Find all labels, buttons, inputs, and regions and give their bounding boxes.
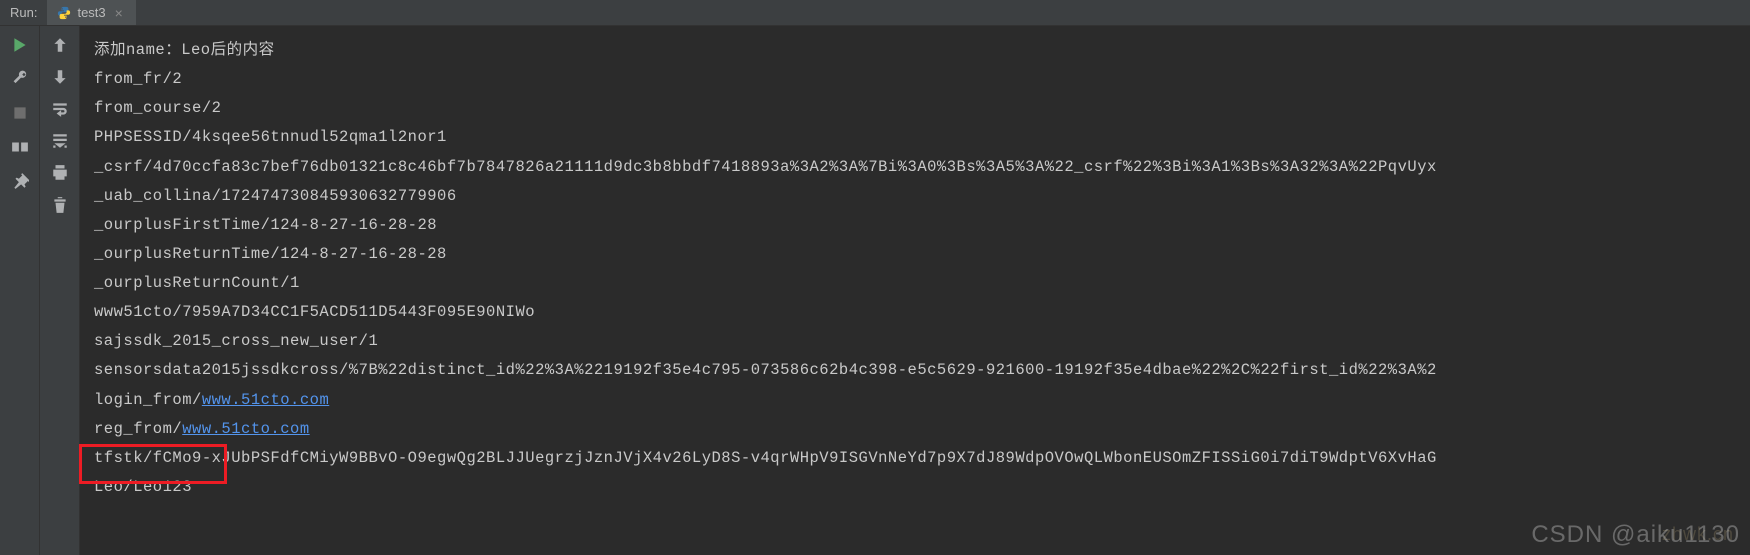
stop-icon[interactable] bbox=[11, 104, 29, 122]
console-line: login_from/www.51cto.com bbox=[94, 386, 1740, 415]
console-line: sajssdk_2015_cross_new_user/1 bbox=[94, 327, 1740, 356]
console-line: _csrf/4d70ccfa83c7bef76db01321c8c46bf7b7… bbox=[94, 153, 1740, 182]
left-toolbar bbox=[0, 26, 40, 555]
soft-wrap-icon[interactable] bbox=[51, 100, 69, 118]
tab-name: test3 bbox=[77, 5, 105, 20]
pin-icon[interactable] bbox=[11, 172, 29, 190]
rerun-icon[interactable] bbox=[11, 36, 29, 54]
console-link[interactable]: www.51cto.com bbox=[202, 391, 329, 409]
console-line: www51cto/7959A7D34CC1F5ACD511D5443F095E9… bbox=[94, 298, 1740, 327]
console-line: _uab_collina/172474730845930632779906 bbox=[94, 182, 1740, 211]
print-icon[interactable] bbox=[51, 164, 69, 182]
run-label: Run: bbox=[0, 5, 47, 20]
console-line: reg_from/www.51cto.com bbox=[94, 415, 1740, 444]
console-line: 添加name：Leo后的内容 bbox=[94, 36, 1740, 65]
console-line: PHPSESSID/4ksqee56tnnudl52qma1l2nor1 bbox=[94, 123, 1740, 152]
python-icon bbox=[57, 6, 71, 20]
console-text: login_from/ bbox=[94, 391, 202, 409]
close-icon[interactable]: × bbox=[112, 5, 126, 21]
console-toolbar bbox=[40, 26, 80, 555]
console-output[interactable]: 添加name：Leo后的内容from_fr/2from_course/2PHPS… bbox=[80, 26, 1750, 555]
trash-icon[interactable] bbox=[51, 196, 69, 214]
console-line: tfstk/fCMo9-xJUbPSFdfCMiyW9BBvO-O9egwQg2… bbox=[94, 444, 1740, 473]
console-link[interactable]: www.51cto.com bbox=[182, 420, 309, 438]
console-line: sensorsdata2015jssdkcross/%7B%22distinct… bbox=[94, 356, 1740, 385]
wrench-icon[interactable] bbox=[11, 70, 29, 88]
console-line: from_course/2 bbox=[94, 94, 1740, 123]
run-header: Run: test3 × bbox=[0, 0, 1750, 26]
layout-icon[interactable] bbox=[11, 138, 29, 156]
down-arrow-icon[interactable] bbox=[51, 68, 69, 86]
up-arrow-icon[interactable] bbox=[51, 36, 69, 54]
console-text: reg_from/ bbox=[94, 420, 182, 438]
scroll-to-end-icon[interactable] bbox=[51, 132, 69, 150]
console-line: _ourplusFirstTime/124-8-27-16-28-28 bbox=[94, 211, 1740, 240]
console-line: _ourplusReturnCount/1 bbox=[94, 269, 1740, 298]
run-tab[interactable]: test3 × bbox=[47, 0, 135, 25]
main-area: 添加name：Leo后的内容from_fr/2from_course/2PHPS… bbox=[0, 26, 1750, 555]
console-line: from_fr/2 bbox=[94, 65, 1740, 94]
console-line: Leo/Leo123 bbox=[94, 473, 1740, 502]
console-line: _ourplusReturnTime/124-8-27-16-28-28 bbox=[94, 240, 1740, 269]
